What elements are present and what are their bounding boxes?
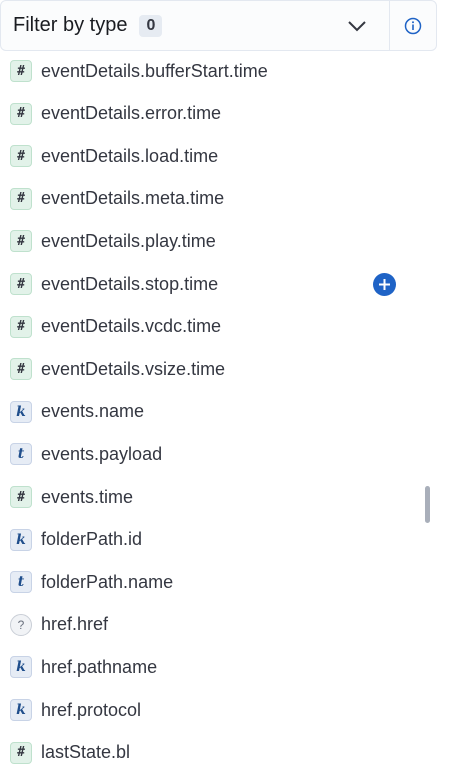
field-type-number-icon: #	[10, 230, 32, 253]
field-list-item[interactable]: # eventDetails.vcdc.time	[0, 310, 430, 344]
field-name: eventDetails.stop.time	[41, 273, 219, 294]
field-list-item[interactable]: k href.pathname	[0, 650, 430, 684]
field-type-keyword-icon: k	[10, 699, 32, 721]
field-type-keyword-icon: k	[10, 656, 32, 679]
field-type-number-icon: #	[10, 486, 32, 508]
field-list-item[interactable]: # eventDetails.load.time	[0, 139, 430, 173]
field-type-number-icon: #	[10, 187, 32, 210]
field-type-filter-bar: Filter by type 0	[0, 0, 437, 51]
field-list-item[interactable]: # lastState.bl	[0, 736, 430, 770]
filter-label: Filter by type	[13, 14, 128, 36]
field-type-number-icon: #	[10, 741, 32, 764]
field-name: eventDetails.vsize.time	[41, 358, 226, 379]
field-type-number-icon: #	[10, 358, 32, 381]
field-name: folderPath.name	[41, 571, 174, 592]
filter-by-type-button[interactable]: Filter by type 0	[1, 1, 390, 50]
field-list-item[interactable]: k folderPath.id	[0, 523, 430, 557]
field-type-unknown-icon: ?	[10, 613, 32, 636]
field-name: folderPath.id	[41, 529, 143, 550]
field-name: events.time	[41, 486, 134, 507]
field-name: eventDetails.load.time	[41, 145, 219, 166]
field-name: eventDetails.meta.time	[41, 188, 225, 209]
field-name: href.pathname	[41, 656, 158, 677]
field-list-item[interactable]: k events.name	[0, 395, 430, 429]
field-list-item[interactable]: t events.payload	[0, 437, 430, 471]
field-list-item[interactable]: # eventDetails.vsize.time	[0, 352, 430, 386]
field-list-item[interactable]: # eventDetails.bufferStart.time	[0, 54, 430, 88]
field-type-text-icon: t	[10, 443, 32, 466]
scrollbar-thumb[interactable]	[425, 486, 430, 523]
field-list-item[interactable]: # eventDetails.meta.time	[0, 182, 430, 216]
field-name: eventDetails.error.time	[41, 103, 222, 124]
info-icon	[404, 17, 422, 34]
field-list-item[interactable]: # eventDetails.stop.time	[0, 267, 430, 301]
field-type-number-icon: #	[10, 102, 32, 125]
field-list-item[interactable]: k href.protocol	[0, 693, 430, 727]
field-type-keyword-icon: k	[10, 528, 32, 551]
field-list: # eventDetails.bufferStart.time # eventDeta…	[0, 51, 437, 770]
plus-icon	[379, 278, 390, 290]
field-list-item[interactable]: t folderPath.name	[0, 565, 430, 599]
field-name: events.name	[41, 401, 145, 422]
field-list-item[interactable]: # events.time	[0, 480, 430, 514]
field-type-text-icon: t	[10, 571, 32, 594]
field-list-item[interactable]: ? href.href	[0, 608, 430, 642]
field-list-item[interactable]: # eventDetails.play.time	[0, 224, 430, 258]
filter-count-badge: 0	[139, 14, 163, 37]
field-name: events.payload	[41, 443, 163, 464]
field-type-number-icon: #	[10, 60, 32, 82]
field-type-number-icon: #	[10, 315, 32, 338]
info-button[interactable]	[390, 1, 436, 50]
field-name: eventDetails.bufferStart.time	[41, 60, 268, 81]
add-field-button[interactable]	[373, 272, 396, 296]
chevron-down-icon	[348, 20, 366, 31]
field-type-keyword-icon: k	[10, 400, 32, 423]
field-name: lastState.bl	[41, 742, 131, 763]
field-name: href.href	[41, 614, 109, 635]
field-type-number-icon: #	[10, 273, 32, 295]
field-list-item[interactable]: # eventDetails.error.time	[0, 97, 430, 131]
field-name: eventDetails.vcdc.time	[41, 316, 222, 337]
field-type-number-icon: #	[10, 145, 32, 168]
field-name: href.protocol	[41, 699, 142, 720]
field-name: eventDetails.play.time	[41, 230, 216, 251]
